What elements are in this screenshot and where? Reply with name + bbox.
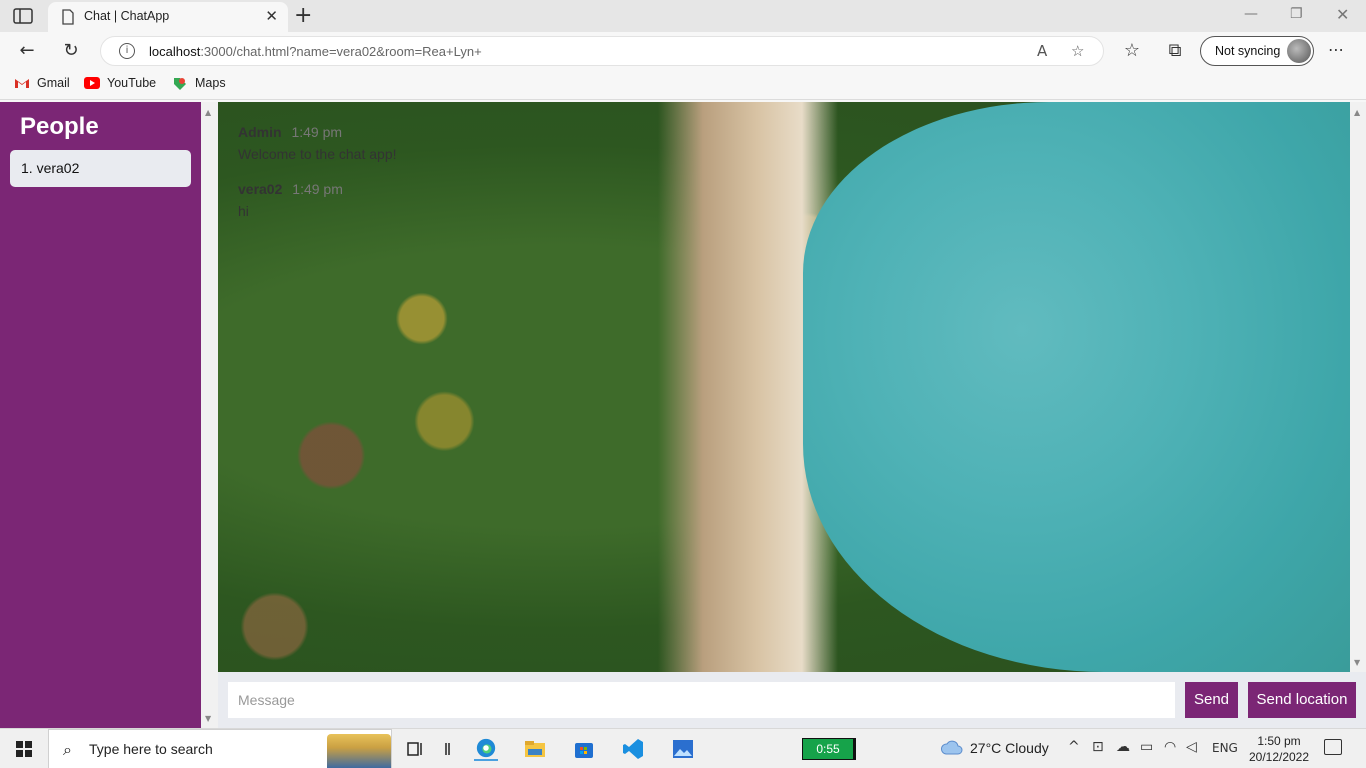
scroll-up-icon[interactable]: ▲ (205, 108, 211, 117)
people-heading: People (20, 113, 99, 140)
page-favicon-icon (62, 9, 74, 25)
store-icon[interactable] (572, 737, 596, 761)
tab-actions-icon[interactable] (12, 7, 34, 25)
profile-sync-button[interactable]: Not syncing (1200, 36, 1314, 66)
wifi-icon[interactable]: ◠ (1164, 739, 1176, 755)
user-list-item: 1. vera02 (10, 150, 191, 187)
onedrive-error-icon[interactable]: ☁ (1116, 739, 1130, 755)
volume-icon[interactable]: ◁ (1186, 739, 1197, 755)
message-input[interactable]: Message (228, 682, 1175, 718)
send-location-button[interactable]: Send location (1248, 682, 1356, 718)
messages-scrollbar[interactable]: ▲ ▼ (1350, 102, 1366, 672)
user-list: 1. vera02 (10, 150, 191, 187)
bookmark-maps[interactable]: Maps (172, 76, 226, 90)
favorites-icon[interactable]: ☆ (1121, 40, 1143, 62)
bookmarks-bar: Gmail YouTube Maps (0, 70, 1366, 100)
sidebar-scrollbar[interactable]: ▲ ▼ (201, 102, 218, 728)
people-sidebar: People 1. vera02 (0, 102, 201, 728)
message-author: Admin (238, 124, 282, 140)
weather-text: 27°C Cloudy (970, 740, 1049, 756)
search-icon: ⌕ (63, 740, 72, 759)
url-text[interactable]: localhost:3000/chat.html?name=vera02&roo… (149, 44, 482, 59)
browser-tab-strip: Chat | ChatApp ✕ + — ❐ ✕ (0, 0, 1366, 32)
notifications-icon[interactable] (1324, 739, 1342, 755)
show-hidden-icons-icon[interactable]: ^ (1068, 739, 1080, 755)
bookmark-label: Maps (195, 76, 226, 90)
tab-title: Chat | ChatApp (84, 9, 170, 23)
weather-widget[interactable]: 27°C Cloudy (940, 740, 1049, 756)
message: vera02 1:49 pm hi (238, 181, 343, 219)
photos-icon[interactable] (671, 737, 695, 761)
tab-close-icon[interactable]: ✕ (265, 7, 278, 25)
battery-timer: 0:55 (802, 738, 856, 760)
collections-icon[interactable]: ⧉ (1164, 40, 1186, 62)
send-button[interactable]: Send (1185, 682, 1238, 718)
restore-icon[interactable]: ❐ (1290, 6, 1303, 22)
taskbar-clock[interactable]: 1:50 pm 20/12/2022 (1246, 733, 1312, 765)
vscode-icon[interactable] (621, 737, 645, 761)
bookmark-label: Gmail (37, 76, 70, 90)
add-favorite-icon[interactable]: ☆ (1071, 42, 1084, 60)
timer-label: 0:55 (803, 739, 853, 759)
minimize-icon[interactable]: — (1244, 6, 1258, 22)
message-text: Welcome to the chat app! (238, 146, 397, 162)
scroll-down-icon[interactable]: ▼ (205, 714, 211, 723)
new-tab-icon[interactable]: + (294, 3, 312, 28)
file-explorer-icon[interactable] (523, 737, 547, 761)
browser-tab[interactable]: Chat | ChatApp ✕ (48, 2, 288, 32)
refresh-icon[interactable]: ↻ (60, 40, 82, 62)
bookmark-gmail[interactable]: Gmail (14, 76, 70, 90)
message-text: hi (238, 203, 249, 219)
chat-area: ▲ ▼ Admin 1:49 pm Welcome to the chat ap… (201, 102, 1366, 728)
widgets-divider-icon[interactable] (436, 737, 456, 761)
cloud-icon (940, 740, 963, 755)
edge-browser-icon[interactable] (474, 737, 498, 761)
message: Admin 1:49 pm Welcome to the chat app! (238, 124, 397, 162)
message-author: vera02 (238, 181, 283, 197)
meet-now-icon[interactable]: ⊡ (1092, 739, 1104, 755)
scroll-up-icon[interactable]: ▲ (1354, 108, 1360, 117)
search-placeholder: Type here to search (89, 741, 213, 757)
messages-panel[interactable]: Admin 1:49 pm Welcome to the chat app! v… (218, 102, 1350, 672)
maps-icon (174, 78, 186, 90)
close-window-icon[interactable]: ✕ (1336, 5, 1349, 24)
background-sea (803, 102, 1350, 672)
battery-icon[interactable]: ▭ (1140, 739, 1153, 755)
taskbar-search[interactable]: ⌕ Type here to search (48, 729, 392, 768)
gmail-icon (15, 79, 29, 88)
message-time: 1:49 pm (291, 124, 343, 140)
avatar (1287, 39, 1311, 63)
language-indicator[interactable]: ENG (1212, 741, 1238, 755)
more-options-icon[interactable]: ⋯ (1328, 40, 1344, 59)
windows-taskbar: ⌕ Type here to search 0:55 27°C Cloudy ^… (0, 728, 1366, 768)
read-aloud-icon[interactable]: A (1037, 42, 1047, 60)
address-bar[interactable]: i localhost:3000/chat.html?name=vera02&r… (100, 36, 1104, 66)
bookmark-youtube[interactable]: YouTube (84, 76, 156, 90)
profile-sync-label: Not syncing (1215, 44, 1281, 58)
browser-toolbar: ← ↻ i localhost:3000/chat.html?name=vera… (0, 32, 1366, 70)
message-composer: Message Send Send location (218, 672, 1366, 728)
back-icon[interactable]: ← (16, 40, 38, 62)
windows-start-icon[interactable] (16, 741, 32, 757)
site-info-icon[interactable]: i (119, 43, 135, 59)
message-time: 1:49 pm (292, 181, 343, 197)
youtube-icon (84, 77, 100, 89)
clock-time: 1:50 pm (1257, 734, 1301, 748)
search-highlight-image (327, 734, 391, 768)
task-view-icon[interactable] (404, 737, 428, 761)
scroll-down-icon[interactable]: ▼ (1354, 658, 1360, 667)
bookmark-label: YouTube (107, 76, 157, 90)
clock-date: 20/12/2022 (1248, 750, 1310, 764)
